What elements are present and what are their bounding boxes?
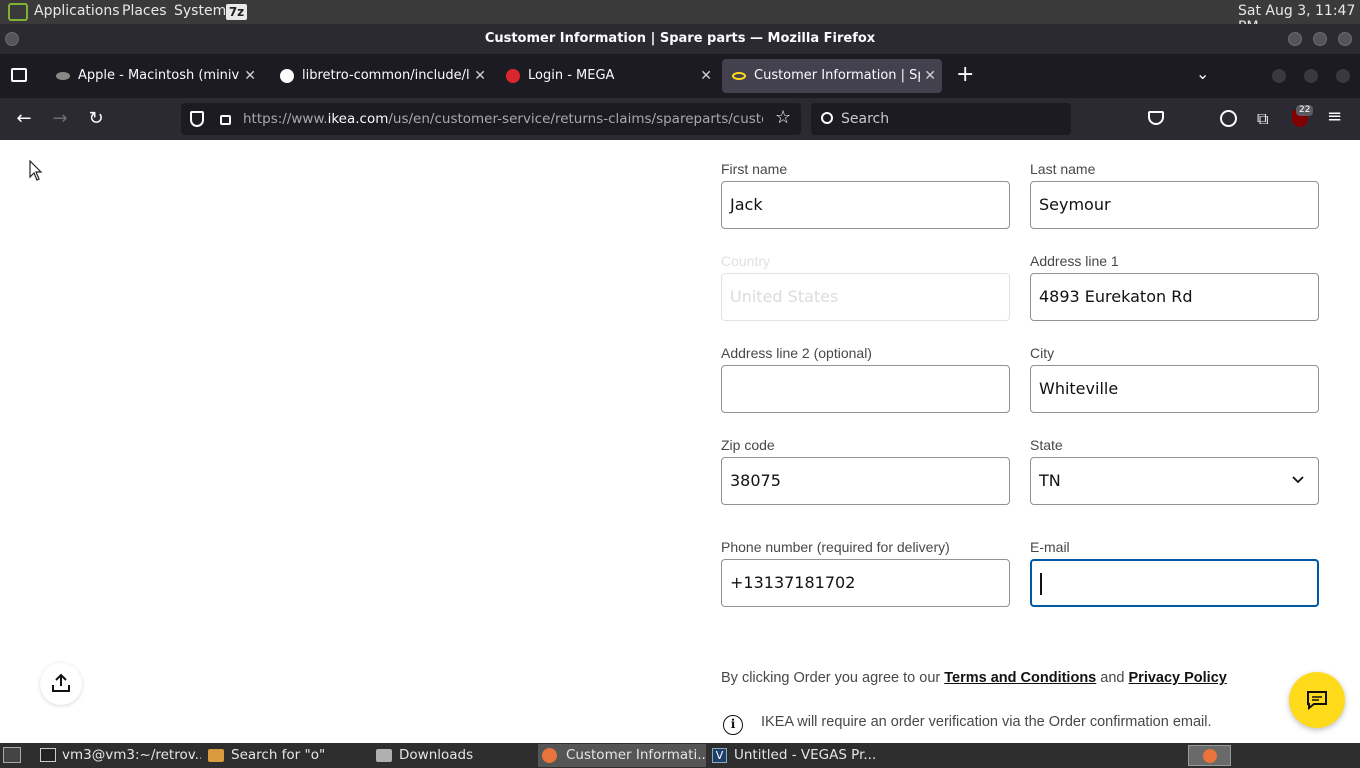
tab-login-mega[interactable]: Login - MEGA ✕ (496, 59, 718, 93)
page-content: First name Jack Last name Seymour Countr… (0, 140, 1360, 743)
privacy-policy-link[interactable]: Privacy Policy (1129, 670, 1227, 686)
search-folder-icon (208, 749, 224, 762)
state-selected-value: TN (1039, 471, 1061, 490)
tab-libretro-common[interactable]: libretro-common/include/libretro.h ✕ (270, 59, 492, 93)
chat-bubble-icon (1307, 691, 1327, 710)
window-title: Customer Information | Spare parts — Moz… (484, 31, 876, 46)
first-name-label: First name (721, 161, 788, 177)
url-text[interactable]: https://www.ikea.com/us/en/customer-serv… (243, 103, 763, 135)
folder-icon (376, 749, 392, 762)
url-bar[interactable]: https://www.ikea.com/us/en/customer-serv… (181, 103, 801, 135)
firefox-view-icon[interactable] (11, 68, 27, 82)
tab-apple-macintosh[interactable]: Apple - Macintosh (minivmac) ✕ (46, 59, 262, 93)
verification-note: IKEA will require an order verification … (761, 714, 1212, 730)
tab-bar: Apple - Macintosh (minivmac) ✕ libretro-… (0, 54, 1360, 98)
text-caret (1040, 573, 1042, 595)
ikea-favicon-icon (732, 72, 746, 80)
address-line-2-label: Address line 2 (optional) (721, 345, 872, 361)
last-name-label: Last name (1030, 161, 1096, 177)
info-icon: i (723, 715, 743, 735)
email-input[interactable] (1030, 559, 1319, 607)
phone-number-input[interactable]: +13137181702 (721, 559, 1010, 607)
pocket-icon[interactable] (1148, 111, 1164, 125)
archive-launcher-icon[interactable]: 7z (226, 4, 247, 20)
tab-customer-information[interactable]: Customer Information | Spare parts ✕ (722, 59, 942, 93)
bottom-taskbar: vm3@vm3:~/retrov... Search for "o" Downl… (0, 743, 1360, 768)
new-tab-button[interactable]: + (956, 62, 974, 87)
tracking-protection-shield-icon[interactable] (190, 111, 204, 127)
share-upload-icon (52, 673, 70, 692)
taskbar-item-terminal[interactable]: vm3@vm3:~/retrov... (36, 744, 201, 767)
window-control-icon[interactable] (1336, 69, 1350, 83)
places-menu[interactable]: Places (122, 3, 167, 19)
bookmark-star-icon[interactable]: ☆ (775, 107, 791, 128)
window-control-icon[interactable] (1272, 69, 1286, 83)
taskbar-item-downloads[interactable]: Downloads (372, 744, 534, 767)
navigation-toolbar: ← → ↻ https://www.ikea.com/us/en/custome… (0, 98, 1360, 140)
hamburger-menu-icon[interactable]: ≡ (1327, 106, 1342, 127)
close-tab-icon[interactable]: ✕ (474, 59, 486, 93)
chevron-down-icon (1292, 476, 1304, 484)
last-name-input[interactable]: Seymour (1030, 181, 1319, 229)
taskbar-item-search[interactable]: Search for "o" (204, 744, 366, 767)
maximize-button[interactable] (1313, 32, 1327, 46)
search-placeholder: Search (841, 111, 890, 127)
firefox-icon (542, 748, 557, 763)
minimize-button[interactable] (1288, 32, 1302, 46)
terms-and-conditions-link[interactable]: Terms and Conditions (944, 670, 1096, 686)
firefox-mini-icon (1203, 749, 1217, 763)
vm-favicon-icon (56, 72, 70, 80)
system-menu[interactable]: System (174, 3, 226, 19)
state-label: State (1030, 437, 1063, 453)
country-input: United States (721, 273, 1010, 321)
address-line-1-input[interactable]: 4893 Eurekaton Rd (1030, 273, 1319, 321)
address-line-2-input[interactable] (721, 365, 1010, 413)
vegas-icon: V (712, 748, 727, 763)
github-favicon-icon (280, 69, 294, 83)
city-label: City (1030, 345, 1055, 361)
legal-agreement-text: By clicking Order you agree to our Terms… (721, 670, 1227, 686)
taskbar-item-vegas[interactable]: V Untitled - VEGAS Pr... (708, 744, 878, 767)
applications-menu[interactable]: Applications (34, 3, 120, 19)
terminal-icon (40, 748, 56, 762)
window-control-icon[interactable] (1304, 69, 1318, 83)
distro-logo-icon[interactable] (8, 3, 28, 21)
close-tab-icon[interactable]: ✕ (244, 59, 256, 93)
chat-button[interactable] (1289, 672, 1345, 728)
search-icon (821, 112, 833, 124)
search-bar[interactable]: Search (811, 103, 1071, 135)
forward-button[interactable]: → (47, 106, 73, 132)
mega-favicon-icon (506, 69, 520, 83)
back-button[interactable]: ← (11, 106, 37, 132)
zip-code-input[interactable]: 38075 (721, 457, 1010, 505)
account-icon[interactable] (1220, 110, 1237, 127)
window-titlebar: Customer Information | Spare parts — Moz… (0, 24, 1360, 54)
phone-number-label: Phone number (required for delivery) (721, 539, 950, 555)
taskbar-item-firefox[interactable]: Customer Informati... (538, 744, 706, 767)
country-label: Country (721, 253, 771, 269)
lock-icon[interactable] (220, 115, 231, 125)
close-tab-icon[interactable]: ✕ (924, 59, 936, 93)
extensions-puzzle-icon[interactable]: ⧉ (1257, 109, 1268, 129)
share-button[interactable] (40, 663, 82, 705)
zip-code-label: Zip code (721, 437, 775, 453)
reload-button[interactable]: ↻ (83, 106, 109, 132)
address-line-1-label: Address line 1 (1030, 253, 1119, 269)
first-name-input[interactable]: Jack (721, 181, 1010, 229)
close-tab-icon[interactable]: ✕ (700, 59, 712, 93)
workspace-switcher[interactable] (1188, 745, 1231, 766)
mouse-cursor-icon (29, 160, 43, 181)
city-input[interactable]: Whiteville (1030, 365, 1319, 413)
state-select[interactable]: TN (1030, 457, 1319, 505)
close-window-button[interactable] (1338, 32, 1352, 46)
list-all-tabs-icon[interactable]: ⌄ (1196, 64, 1209, 83)
extension-badge-count: 22 (1296, 105, 1314, 116)
show-desktop-icon[interactable] (3, 747, 21, 763)
window-menu-icon[interactable] (5, 32, 19, 46)
email-label: E-mail (1030, 539, 1070, 555)
system-top-panel: Applications Places System 7z Sat Aug 3,… (0, 0, 1360, 35)
